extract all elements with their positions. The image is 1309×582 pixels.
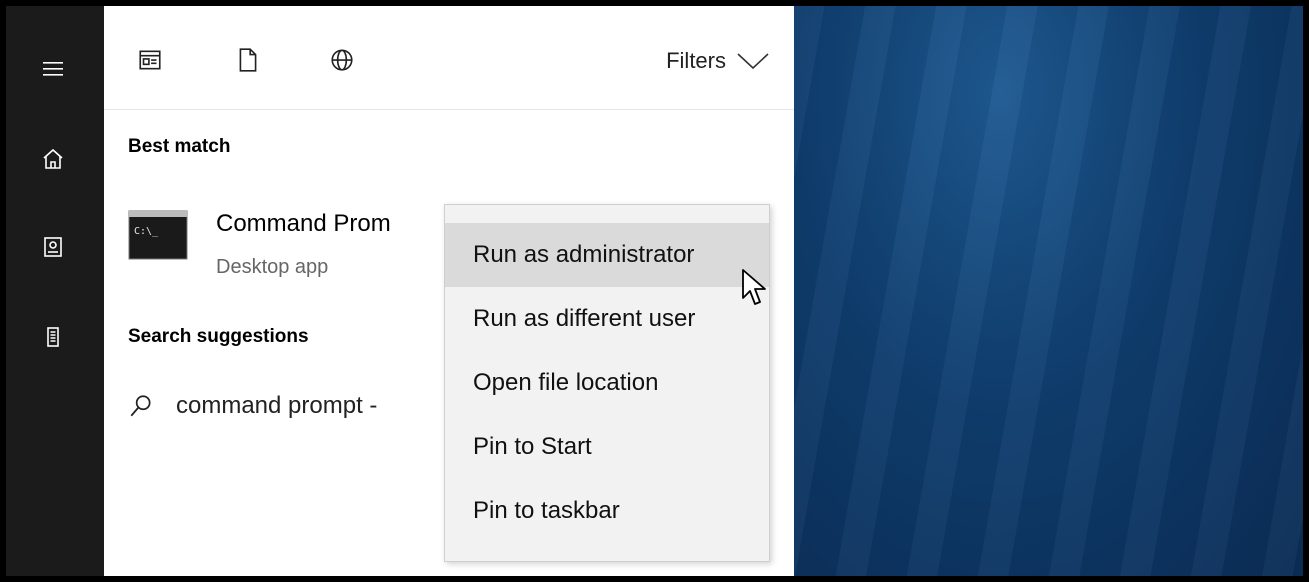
menu-item-open-file-location[interactable]: Open file location bbox=[445, 351, 769, 415]
filter-bar: Filters bbox=[104, 6, 794, 110]
web-filter-button[interactable] bbox=[326, 44, 358, 76]
home-button[interactable] bbox=[30, 136, 76, 182]
start-rail bbox=[6, 6, 104, 576]
filters-label: Filters bbox=[666, 48, 726, 73]
apps-icon bbox=[139, 50, 161, 70]
search-icon bbox=[130, 395, 151, 417]
context-menu: Run as administrator Run as different us… bbox=[444, 204, 770, 562]
menu-item-pin-to-start[interactable]: Pin to Start bbox=[445, 415, 769, 479]
chevron-down-icon bbox=[737, 53, 769, 70]
svg-text:C:\_: C:\_ bbox=[134, 226, 159, 237]
home-icon bbox=[43, 148, 63, 169]
device-icon bbox=[47, 327, 59, 347]
search-suggestions-heading: Search suggestions bbox=[128, 326, 309, 347]
hamburger-icon bbox=[43, 62, 63, 76]
best-match-heading: Best match bbox=[128, 136, 231, 157]
device-button[interactable] bbox=[30, 314, 76, 360]
menu-item-run-as-different-user[interactable]: Run as different user bbox=[445, 287, 769, 351]
documents-filter-button[interactable] bbox=[232, 44, 264, 76]
command-prompt-icon: C:\_ bbox=[128, 210, 188, 260]
result-title: Command Prom bbox=[216, 210, 391, 237]
documents-icon bbox=[239, 48, 257, 72]
menu-item-pin-to-taskbar[interactable]: Pin to taskbar bbox=[445, 479, 769, 543]
notebook-button[interactable] bbox=[30, 224, 76, 270]
notebook-icon bbox=[44, 237, 62, 257]
menu-button[interactable] bbox=[30, 46, 76, 92]
menu-item-run-as-administrator[interactable]: Run as administrator bbox=[445, 223, 769, 287]
filters-dropdown[interactable]: Filters bbox=[666, 46, 770, 76]
apps-filter-button[interactable] bbox=[134, 44, 166, 76]
mouse-cursor-icon bbox=[742, 269, 766, 305]
web-icon bbox=[331, 49, 353, 71]
result-subtitle: Desktop app bbox=[216, 256, 329, 278]
screen: Filters Best match C:\_ Command Prom Des… bbox=[0, 0, 1309, 582]
desktop-background bbox=[794, 6, 1303, 576]
suggestion-text: command prompt - bbox=[176, 392, 378, 419]
